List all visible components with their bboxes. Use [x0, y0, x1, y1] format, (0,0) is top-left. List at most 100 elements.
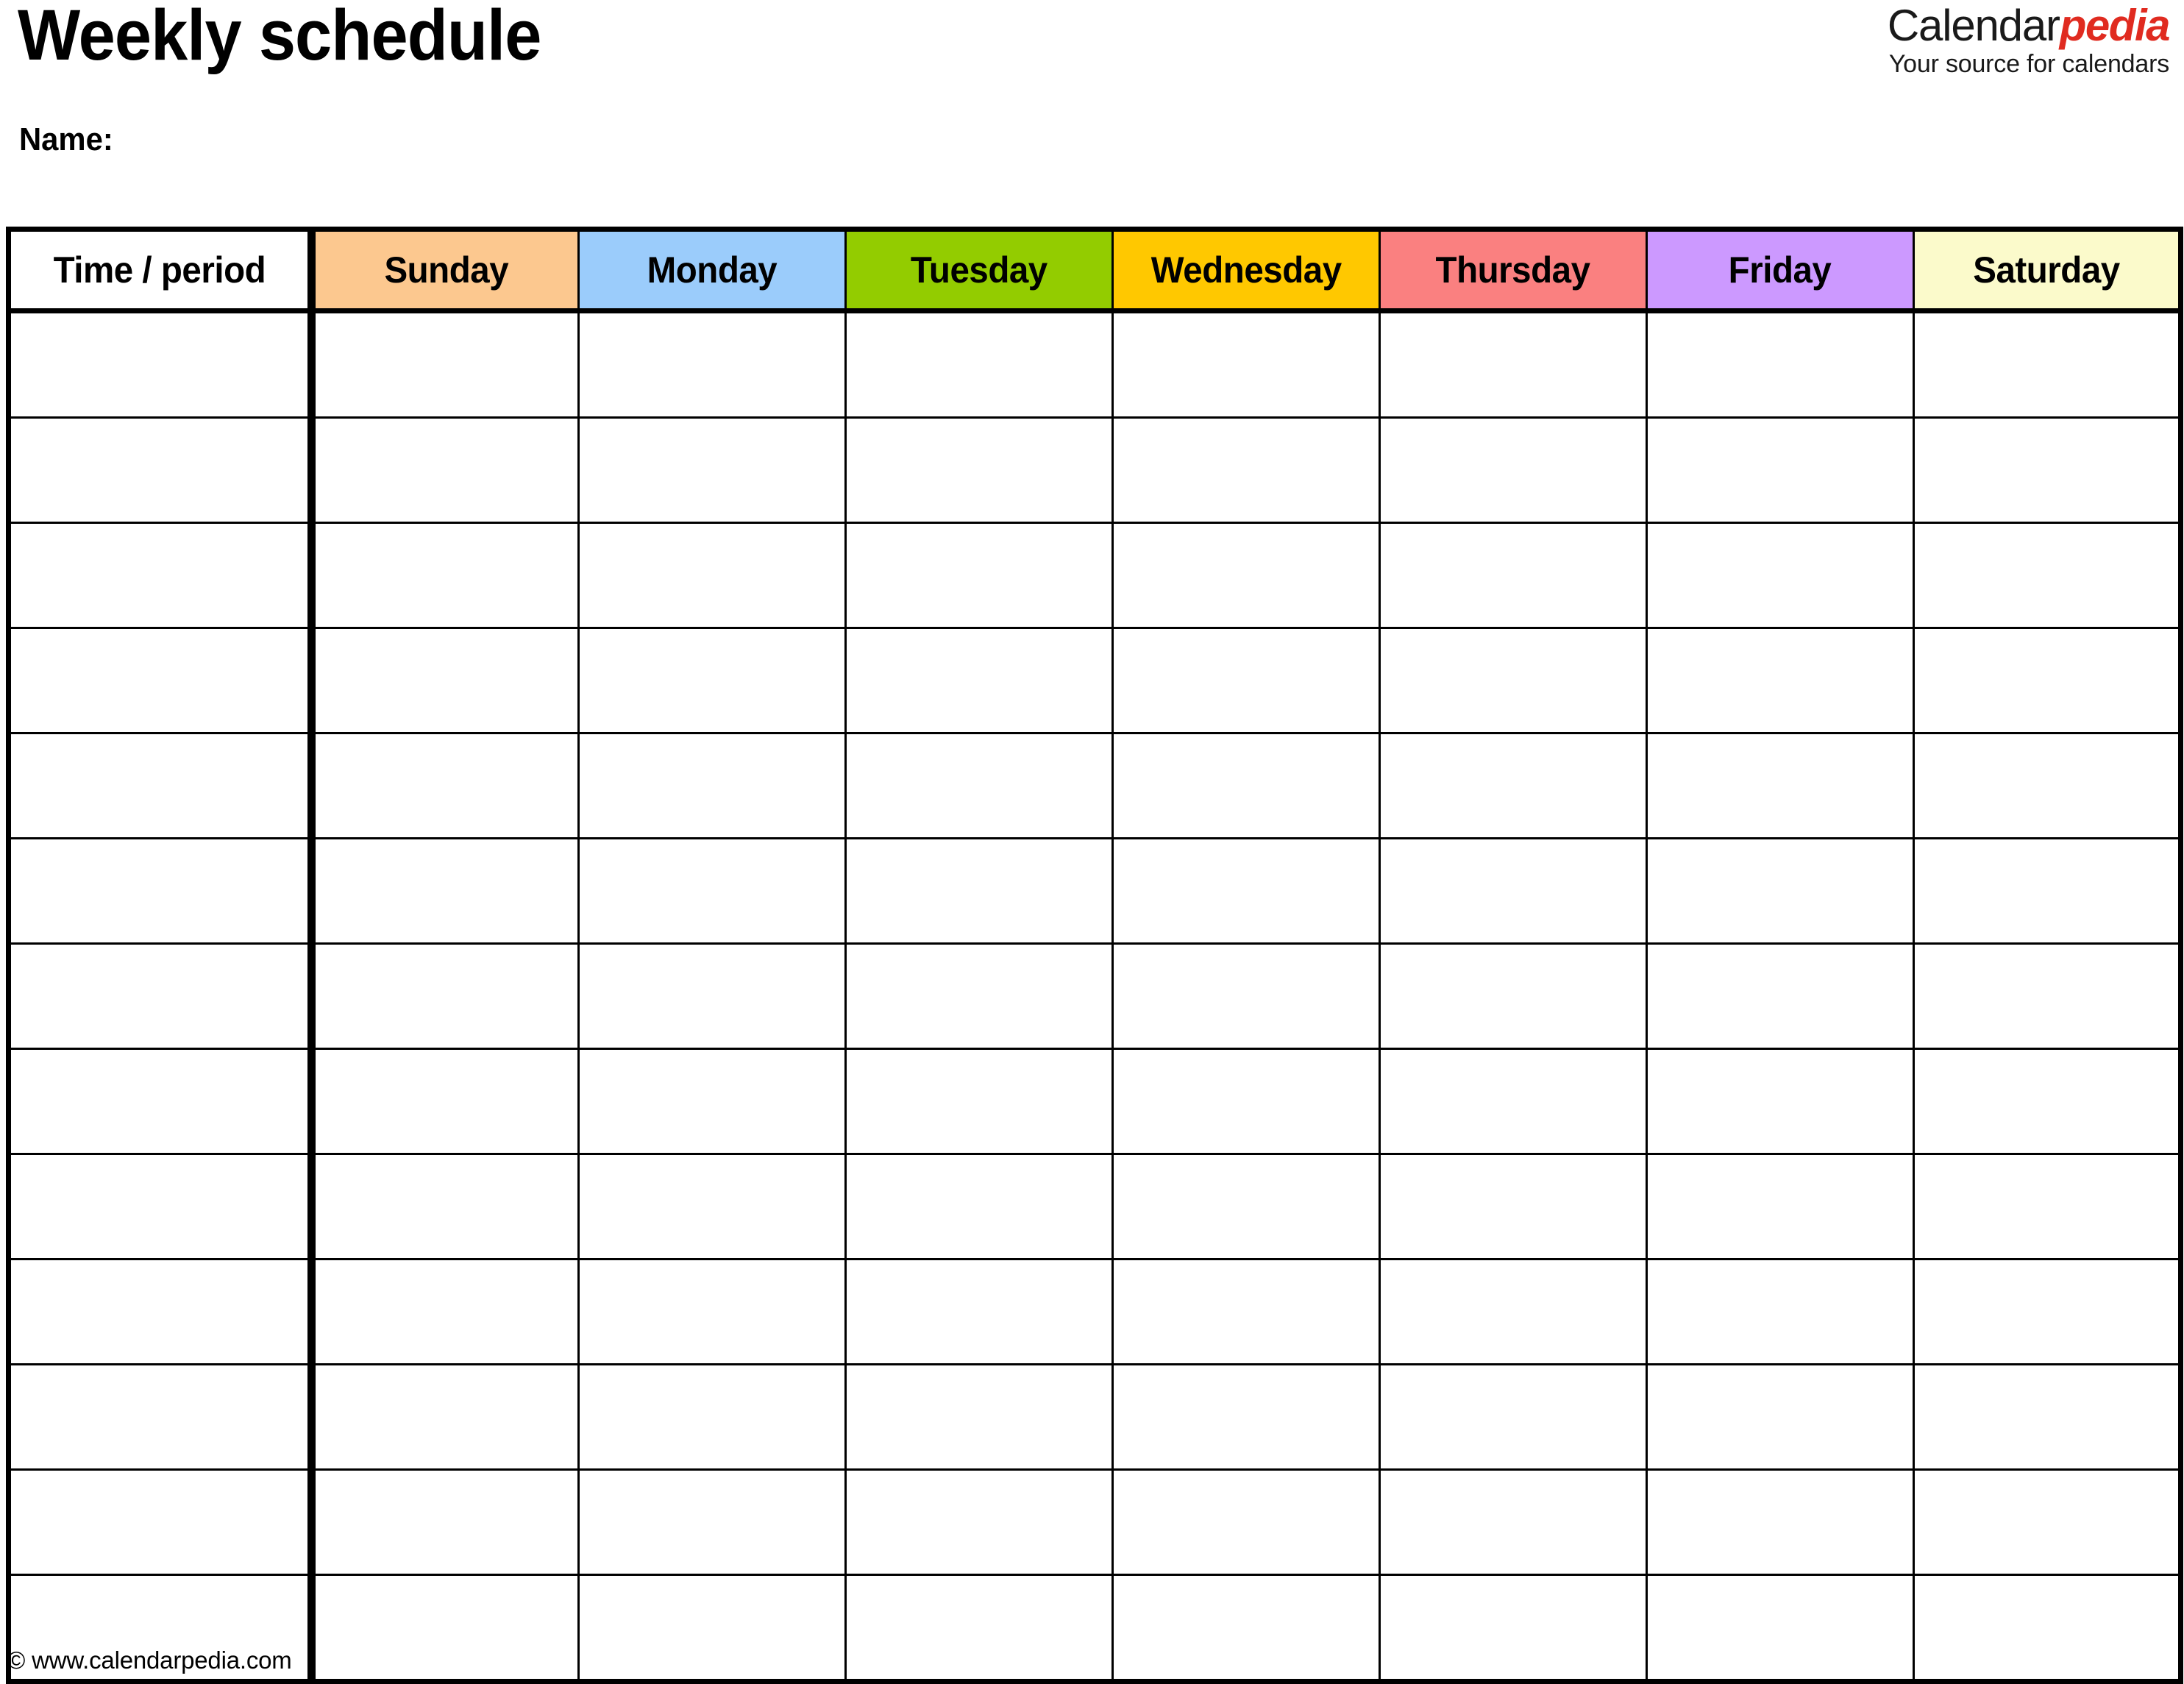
- schedule-entry-cell[interactable]: [1379, 310, 1648, 419]
- schedule-entry-cell[interactable]: [1379, 732, 1648, 839]
- schedule-entry-cell[interactable]: [1646, 732, 1915, 839]
- schedule-entry-cell[interactable]: [1111, 1363, 1381, 1471]
- schedule-entry-cell[interactable]: [310, 1048, 580, 1155]
- schedule-entry-cell[interactable]: [844, 1153, 1114, 1260]
- time-period-cell[interactable]: [7, 942, 316, 1050]
- schedule-entry-cell[interactable]: [844, 837, 1114, 945]
- schedule-entry-cell[interactable]: [1913, 627, 2182, 734]
- schedule-entry-cell[interactable]: [577, 1258, 847, 1365]
- schedule-entry-cell[interactable]: [1646, 837, 1915, 945]
- schedule-entry-cell[interactable]: [1379, 1574, 1648, 1683]
- schedule-entry-cell[interactable]: [1646, 1468, 1915, 1576]
- schedule-entry-cell[interactable]: [1913, 942, 2182, 1050]
- time-period-cell[interactable]: [7, 1048, 316, 1155]
- time-period-cell[interactable]: [7, 837, 316, 945]
- schedule-entry-cell[interactable]: [310, 1153, 580, 1260]
- schedule-entry-cell[interactable]: [1646, 627, 1915, 734]
- schedule-entry-cell[interactable]: [1646, 1258, 1915, 1365]
- schedule-entry-cell[interactable]: [1111, 522, 1381, 629]
- schedule-entry-cell[interactable]: [577, 416, 847, 524]
- schedule-entry-cell[interactable]: [1111, 942, 1381, 1050]
- schedule-entry-cell[interactable]: [1111, 310, 1381, 419]
- schedule-entry-cell[interactable]: [1913, 522, 2182, 629]
- schedule-entry-cell[interactable]: [577, 1153, 847, 1260]
- schedule-entry-cell[interactable]: [1913, 837, 2182, 945]
- schedule-entry-cell[interactable]: [310, 1468, 580, 1576]
- schedule-entry-cell[interactable]: [577, 1574, 847, 1683]
- time-period-cell[interactable]: [7, 732, 316, 839]
- schedule-entry-cell[interactable]: [1913, 1363, 2182, 1471]
- schedule-entry-cell[interactable]: [310, 942, 580, 1050]
- time-period-cell[interactable]: [7, 1363, 316, 1471]
- schedule-entry-cell[interactable]: [577, 1363, 847, 1471]
- schedule-entry-cell[interactable]: [844, 416, 1114, 524]
- schedule-entry-cell[interactable]: [1913, 732, 2182, 839]
- schedule-entry-cell[interactable]: [1646, 1363, 1915, 1471]
- schedule-entry-cell[interactable]: [1111, 732, 1381, 839]
- schedule-entry-cell[interactable]: [577, 732, 847, 839]
- schedule-entry-cell[interactable]: [844, 522, 1114, 629]
- schedule-entry-cell[interactable]: [1379, 627, 1648, 734]
- schedule-entry-cell[interactable]: [844, 1258, 1114, 1365]
- time-period-cell[interactable]: [7, 627, 316, 734]
- schedule-entry-cell[interactable]: [577, 1468, 847, 1576]
- schedule-entry-cell[interactable]: [1379, 1048, 1648, 1155]
- schedule-entry-cell[interactable]: [1379, 942, 1648, 1050]
- schedule-entry-cell[interactable]: [310, 416, 580, 524]
- schedule-entry-cell[interactable]: [1379, 1258, 1648, 1365]
- schedule-entry-cell[interactable]: [1913, 1574, 2182, 1683]
- time-period-cell[interactable]: [7, 416, 316, 524]
- schedule-entry-cell[interactable]: [1646, 1048, 1915, 1155]
- schedule-entry-cell[interactable]: [310, 732, 580, 839]
- schedule-entry-cell[interactable]: [844, 942, 1114, 1050]
- schedule-entry-cell[interactable]: [1379, 522, 1648, 629]
- schedule-entry-cell[interactable]: [1379, 1363, 1648, 1471]
- schedule-entry-cell[interactable]: [844, 732, 1114, 839]
- schedule-entry-cell[interactable]: [310, 310, 580, 419]
- schedule-entry-cell[interactable]: [1646, 522, 1915, 629]
- schedule-entry-cell[interactable]: [310, 1258, 580, 1365]
- schedule-entry-cell[interactable]: [1111, 416, 1381, 524]
- schedule-entry-cell[interactable]: [1913, 416, 2182, 524]
- schedule-entry-cell[interactable]: [844, 627, 1114, 734]
- schedule-entry-cell[interactable]: [310, 837, 580, 945]
- time-period-cell[interactable]: [7, 1153, 316, 1260]
- schedule-entry-cell[interactable]: [1646, 416, 1915, 524]
- schedule-entry-cell[interactable]: [1646, 310, 1915, 419]
- schedule-entry-cell[interactable]: [1111, 1258, 1381, 1365]
- schedule-entry-cell[interactable]: [1111, 837, 1381, 945]
- schedule-entry-cell[interactable]: [1111, 1153, 1381, 1260]
- schedule-entry-cell[interactable]: [1379, 837, 1648, 945]
- schedule-entry-cell[interactable]: [577, 627, 847, 734]
- time-period-cell[interactable]: [7, 310, 316, 419]
- schedule-entry-cell[interactable]: [1379, 1468, 1648, 1576]
- schedule-entry-cell[interactable]: [1913, 310, 2182, 419]
- schedule-entry-cell[interactable]: [1111, 1048, 1381, 1155]
- schedule-entry-cell[interactable]: [577, 1048, 847, 1155]
- schedule-entry-cell[interactable]: [1646, 1574, 1915, 1683]
- schedule-entry-cell[interactable]: [577, 310, 847, 419]
- schedule-entry-cell[interactable]: [844, 310, 1114, 419]
- schedule-entry-cell[interactable]: [310, 522, 580, 629]
- schedule-entry-cell[interactable]: [1111, 1468, 1381, 1576]
- schedule-entry-cell[interactable]: [1111, 627, 1381, 734]
- schedule-entry-cell[interactable]: [844, 1468, 1114, 1576]
- schedule-entry-cell[interactable]: [1913, 1153, 2182, 1260]
- schedule-entry-cell[interactable]: [310, 1363, 580, 1471]
- schedule-entry-cell[interactable]: [1379, 1153, 1648, 1260]
- schedule-entry-cell[interactable]: [1111, 1574, 1381, 1683]
- schedule-entry-cell[interactable]: [844, 1363, 1114, 1471]
- schedule-entry-cell[interactable]: [1646, 942, 1915, 1050]
- schedule-entry-cell[interactable]: [844, 1048, 1114, 1155]
- time-period-cell[interactable]: [7, 1468, 316, 1576]
- schedule-entry-cell[interactable]: [577, 522, 847, 629]
- schedule-entry-cell[interactable]: [310, 1574, 580, 1683]
- schedule-entry-cell[interactable]: [1913, 1468, 2182, 1576]
- schedule-entry-cell[interactable]: [1913, 1048, 2182, 1155]
- schedule-entry-cell[interactable]: [577, 942, 847, 1050]
- schedule-entry-cell[interactable]: [1379, 416, 1648, 524]
- schedule-entry-cell[interactable]: [577, 837, 847, 945]
- schedule-entry-cell[interactable]: [1913, 1258, 2182, 1365]
- time-period-cell[interactable]: [7, 1258, 316, 1365]
- schedule-entry-cell[interactable]: [310, 627, 580, 734]
